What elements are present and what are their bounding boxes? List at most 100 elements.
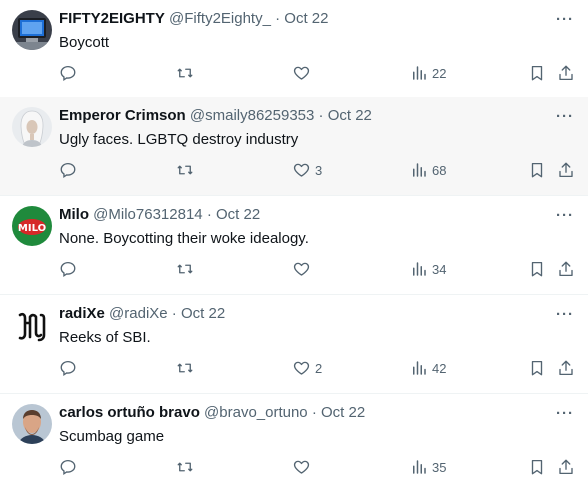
reply-button[interactable] xyxy=(59,355,77,381)
views-bar-chart-icon xyxy=(413,460,426,474)
reply-button[interactable] xyxy=(59,454,77,480)
display-name[interactable]: FIFTY2EIGHTY xyxy=(59,10,165,27)
repost-button[interactable] xyxy=(175,454,195,480)
more-options-button[interactable]: ··· xyxy=(556,108,574,125)
reply-icon xyxy=(60,162,76,179)
bookmark-icon xyxy=(531,261,543,277)
white-hair-avatar[interactable] xyxy=(12,107,52,147)
share-icon xyxy=(559,65,573,81)
action-bar: 34 xyxy=(0,256,588,282)
tweet-text: Reeks of SBI. xyxy=(59,329,151,346)
like-button[interactable] xyxy=(292,454,315,480)
reply-button[interactable] xyxy=(59,157,77,183)
bookmark-icon xyxy=(531,65,543,81)
reply-icon xyxy=(60,360,76,377)
separator: · xyxy=(206,206,212,223)
more-options-button[interactable]: ··· xyxy=(556,11,574,28)
tv-avatar[interactable] xyxy=(12,10,52,50)
share-button[interactable] xyxy=(557,60,575,86)
like-button[interactable] xyxy=(292,256,315,282)
share-icon xyxy=(559,360,573,376)
more-options-button[interactable]: ··· xyxy=(556,207,574,224)
repost-button[interactable] xyxy=(175,60,195,86)
heart-icon xyxy=(293,66,310,80)
like-button[interactable]: 2 xyxy=(292,355,322,381)
more-options-button[interactable]: ··· xyxy=(556,306,574,323)
views-button[interactable]: 34 xyxy=(410,256,446,282)
tweet-header: FIFTY2EIGHTY @Fifty2Eighty_ · Oct 22 xyxy=(59,10,328,28)
tweet-5[interactable]: carlos ortuño bravo @bravo_ortuno · Oct … xyxy=(0,394,588,493)
share-icon xyxy=(559,162,573,178)
tweet-2[interactable]: Emperor Crimson @smaily86259353 · Oct 22… xyxy=(0,97,588,196)
timestamp[interactable]: Oct 22 xyxy=(328,107,372,124)
views-button[interactable]: 22 xyxy=(410,60,446,86)
handle[interactable]: @radiXe xyxy=(109,305,168,322)
bookmark-icon xyxy=(531,459,543,475)
repost-button[interactable] xyxy=(175,256,195,282)
view-count: 35 xyxy=(432,459,447,475)
display-name[interactable]: carlos ortuño bravo xyxy=(59,404,200,421)
views-button[interactable]: 35 xyxy=(410,454,446,480)
tweet-header: Emperor Crimson @smaily86259353 · Oct 22 xyxy=(59,107,372,125)
tweet-header: Milo @Milo76312814 · Oct 22 xyxy=(59,206,260,224)
bookmark-button[interactable] xyxy=(528,454,546,480)
handle[interactable]: @Milo76312814 xyxy=(93,206,202,223)
blackletter-logo-avatar[interactable] xyxy=(12,305,52,345)
bookmark-button[interactable] xyxy=(528,256,546,282)
handle[interactable]: @smaily86259353 xyxy=(190,107,314,124)
view-count: 34 xyxy=(432,261,447,277)
share-button[interactable] xyxy=(557,355,575,381)
tweet-1[interactable]: FIFTY2EIGHTY @Fifty2Eighty_ · Oct 22 ···… xyxy=(0,0,588,99)
timestamp[interactable]: Oct 22 xyxy=(181,305,225,322)
view-count: 68 xyxy=(432,162,447,178)
separator: · xyxy=(275,10,281,27)
tweet-4[interactable]: radiXe @radiXe · Oct 22 ··· Reeks of SBI… xyxy=(0,295,588,394)
handle[interactable]: @Fifty2Eighty_ xyxy=(169,10,271,27)
repost-button[interactable] xyxy=(175,157,195,183)
heart-icon xyxy=(293,361,310,375)
display-name[interactable]: Milo xyxy=(59,206,89,223)
action-bar: 22 xyxy=(0,60,588,86)
tweet-3[interactable]: MILO Milo @Milo76312814 · Oct 22 ··· Non… xyxy=(0,196,588,295)
tweet-header: radiXe @radiXe · Oct 22 xyxy=(59,305,225,323)
heart-icon xyxy=(293,262,310,276)
views-bar-chart-icon xyxy=(413,66,426,80)
view-count: 42 xyxy=(432,360,447,376)
action-bar: 2 42 xyxy=(0,355,588,381)
bookmark-icon xyxy=(531,360,543,376)
repost-icon xyxy=(177,68,193,78)
display-name[interactable]: Emperor Crimson xyxy=(59,107,186,124)
more-options-button[interactable]: ··· xyxy=(556,405,574,422)
views-button[interactable]: 68 xyxy=(410,157,446,183)
man-photo-avatar[interactable] xyxy=(12,404,52,444)
like-count: 3 xyxy=(315,162,323,178)
display-name[interactable]: radiXe xyxy=(59,305,105,322)
share-icon xyxy=(559,459,573,475)
repost-icon xyxy=(177,165,193,175)
views-button[interactable]: 42 xyxy=(410,355,446,381)
share-button[interactable] xyxy=(557,256,575,282)
like-button[interactable] xyxy=(292,60,315,86)
tweet-text: Scumbag game xyxy=(59,428,165,445)
views-bar-chart-icon xyxy=(413,262,426,276)
reply-feed: FIFTY2EIGHTY @Fifty2Eighty_ · Oct 22 ···… xyxy=(0,0,588,484)
share-button[interactable] xyxy=(557,157,575,183)
handle[interactable]: @bravo_ortuno xyxy=(204,404,308,421)
timestamp[interactable]: Oct 22 xyxy=(321,404,365,421)
timestamp[interactable]: Oct 22 xyxy=(216,206,260,223)
reply-button[interactable] xyxy=(59,256,77,282)
bookmark-button[interactable] xyxy=(528,157,546,183)
repost-button[interactable] xyxy=(175,355,195,381)
repost-icon xyxy=(177,264,193,274)
reply-button[interactable] xyxy=(59,60,77,86)
like-button[interactable]: 3 xyxy=(292,157,322,183)
repost-icon xyxy=(177,462,193,472)
reply-icon xyxy=(60,459,76,476)
bookmark-button[interactable] xyxy=(528,60,546,86)
timestamp[interactable]: Oct 22 xyxy=(284,10,328,27)
milo-logo-avatar[interactable]: MILO xyxy=(12,206,52,246)
bookmark-button[interactable] xyxy=(528,355,546,381)
heart-icon xyxy=(293,460,310,474)
repost-icon xyxy=(177,363,193,373)
share-button[interactable] xyxy=(557,454,575,480)
